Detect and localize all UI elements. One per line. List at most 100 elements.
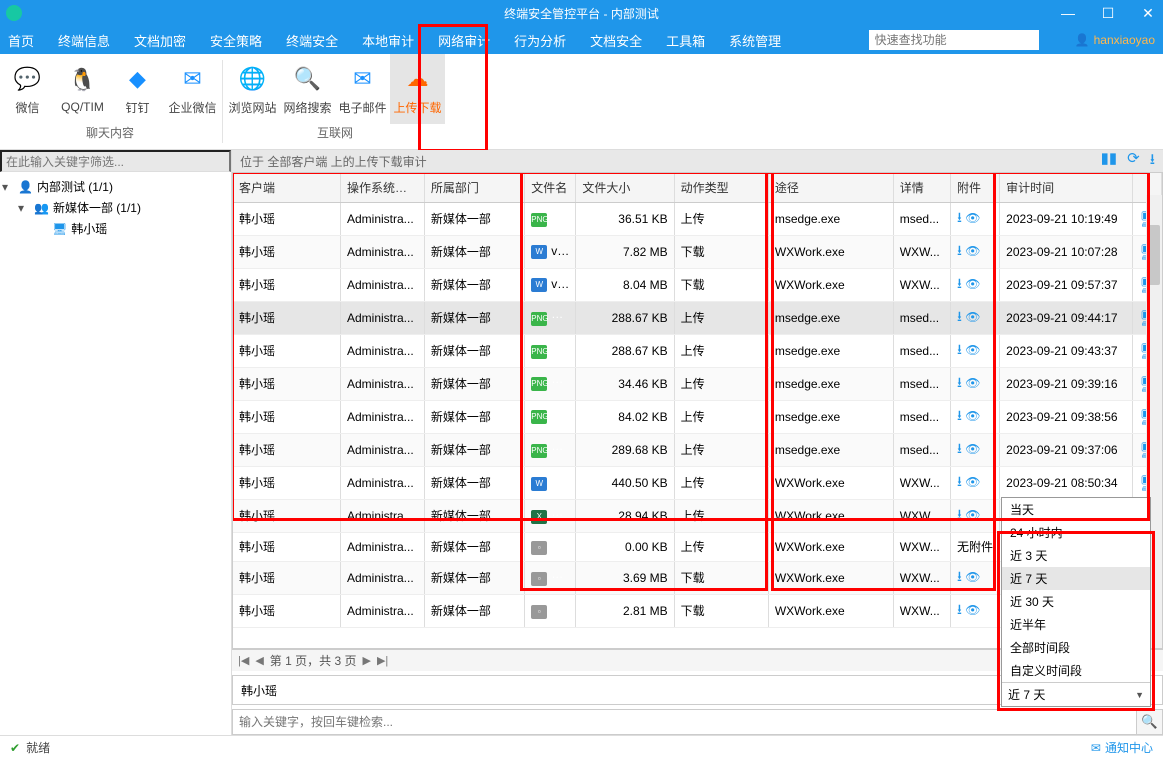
time-range-dropdown: 当天24 小时内近 3 天近 7 天近 30 天近半年全部时间段自定义时间段近 … <box>1001 497 1151 707</box>
pager-prev[interactable]: ◀ <box>255 654 263 667</box>
menu-4[interactable]: 终端安全 <box>286 31 338 50</box>
table-row[interactable]: 韩小瑶Administra...新媒体一部PNG蓝...289.68 KB上传m… <box>233 433 1162 466</box>
menu-9[interactable]: 工具箱 <box>666 31 705 50</box>
col-7[interactable]: 详情 <box>893 173 950 202</box>
download-icon[interactable]: ⭳ <box>957 568 962 584</box>
view-icon[interactable]: 👁 <box>965 442 980 456</box>
download-icon[interactable]: ⭳ <box>957 308 962 324</box>
ribbon-浏览网站[interactable]: 🌐浏览网站 <box>225 54 280 124</box>
ribbon-电子邮件[interactable]: ✉电子邮件 <box>335 54 390 124</box>
time-option-4[interactable]: 近 30 天 <box>1002 590 1150 613</box>
view-icon[interactable]: 👁 <box>965 409 980 423</box>
download-icon[interactable]: ⭳ <box>957 341 962 357</box>
menu-10[interactable]: 系统管理 <box>729 31 781 50</box>
download-icon[interactable]: ⭳ <box>957 275 962 291</box>
col-1[interactable]: 操作系统账户 <box>340 173 424 202</box>
menu-6[interactable]: 网络审计 <box>438 31 490 50</box>
download-icon[interactable]: ⭳ <box>957 440 962 456</box>
menu-1[interactable]: 终端信息 <box>58 31 110 50</box>
table-row[interactable]: 韩小瑶Administra...新媒体一部PNG蓝...288.67 KB上传m… <box>233 334 1162 367</box>
menu-3[interactable]: 安全策略 <box>210 31 262 50</box>
ribbon-QQ/TIM[interactable]: 🐧QQ/TIM <box>55 54 110 124</box>
menu-0[interactable]: 首页 <box>8 31 34 50</box>
download-icon[interactable]: ⭳ <box>957 506 962 522</box>
time-option-6[interactable]: 全部时间段 <box>1002 636 1150 659</box>
ribbon-icon: 🔍 <box>292 63 324 95</box>
filetype-icon: ▫ <box>531 541 547 555</box>
filetype-icon: PNG <box>531 312 547 326</box>
col-3[interactable]: 文件名 <box>525 173 576 202</box>
ribbon-企业微信[interactable]: ✉企业微信 <box>165 54 220 124</box>
ribbon-钉钉[interactable]: ◆钉钉 <box>110 54 165 124</box>
ribbon-网络搜索[interactable]: 🔍 网络搜索 <box>280 54 335 124</box>
current-user[interactable]: hanxiaoyao <box>1075 33 1155 47</box>
pager-next[interactable]: ▶ <box>362 654 370 667</box>
view-icon[interactable]: 👁 <box>965 570 980 584</box>
download-icon[interactable]: ⭳ <box>957 407 962 423</box>
col-0[interactable]: 客户端 <box>233 173 340 202</box>
view-icon[interactable]: 👁 <box>965 508 980 522</box>
pager-last[interactable]: ▶| <box>377 654 388 667</box>
export-icon[interactable]: ⭳ <box>1150 149 1155 174</box>
refresh-icon[interactable]: ⟳ <box>1127 149 1140 174</box>
table-row[interactable]: 韩小瑶Administra...新媒体一部PNG02...84.02 KB上传m… <box>233 400 1162 433</box>
col-2[interactable]: 所属部门 <box>424 173 524 202</box>
menu-7[interactable]: 行为分析 <box>514 31 566 50</box>
table-row[interactable]: 韩小瑶Administra...新媒体一部W内...440.50 KB上传WXW… <box>233 466 1162 499</box>
time-option-5[interactable]: 近半年 <box>1002 613 1150 636</box>
time-option-7[interactable]: 自定义时间段 <box>1002 659 1150 682</box>
menu-search-input[interactable] <box>869 30 1039 50</box>
col-4[interactable]: 文件大小 <box>576 173 674 202</box>
table-row[interactable]: 韩小瑶Administra...新媒体一部PNG06...34.46 KB上传m… <box>233 367 1162 400</box>
col-9[interactable]: 审计时间 <box>1000 173 1133 202</box>
minimize-button[interactable]: — <box>1059 5 1077 22</box>
download-icon[interactable]: ⭳ <box>957 601 962 617</box>
close-button[interactable]: ✕ <box>1139 5 1157 22</box>
menu-5[interactable]: 本地审计 <box>362 31 414 50</box>
time-option-0[interactable]: 当天 <box>1002 498 1150 521</box>
time-option-1[interactable]: 24 小时内 <box>1002 521 1150 544</box>
view-icon[interactable]: 👁 <box>965 211 980 225</box>
table-row[interactable]: 韩小瑶Administra...新媒体一部PNG蓝...36.51 KB上传ms… <box>233 202 1162 235</box>
maximize-button[interactable]: ☐ <box>1099 5 1117 22</box>
view-icon[interactable]: 👁 <box>965 277 980 291</box>
status-ok-icon: ✔ <box>10 741 20 755</box>
download-icon[interactable]: ⭳ <box>957 242 962 258</box>
download-icon[interactable]: ⭳ <box>957 209 962 225</box>
time-option-2[interactable]: 近 3 天 <box>1002 544 1150 567</box>
detail-search-button[interactable]: 🔍 <box>1137 709 1163 735</box>
table-row[interactable]: 韩小瑶Administra...新媒体一部Wvi...8.04 MB下载WXWo… <box>233 268 1162 301</box>
view-icon[interactable]: 👁 <box>965 376 980 390</box>
mail-icon[interactable]: ✉ <box>1091 741 1101 755</box>
ribbon-微信[interactable]: 💬微信 <box>0 54 55 124</box>
tree-node-2[interactable]: 🖥韩小瑶 <box>2 218 229 239</box>
view-icon[interactable]: 👁 <box>965 603 980 617</box>
download-icon[interactable]: ⭳ <box>957 473 962 489</box>
columns-icon[interactable]: ▮▮ <box>1101 149 1118 174</box>
status-text: 就绪 <box>26 739 50 756</box>
menu-8[interactable]: 文档安全 <box>590 31 642 50</box>
tree-node-0[interactable]: ▾👤内部测试 (1/1) <box>2 176 229 197</box>
view-icon[interactable]: 👁 <box>965 310 980 324</box>
menu-2[interactable]: 文档加密 <box>134 31 186 50</box>
table-row[interactable]: 韩小瑶Administra...新媒体一部Wvi...7.82 MB下载WXWo… <box>233 235 1162 268</box>
notification-center[interactable]: 通知中心 <box>1105 739 1153 756</box>
col-8[interactable]: 附件 <box>951 173 1000 202</box>
time-range-combo[interactable]: 近 7 天 <box>1002 682 1150 706</box>
detail-search-input[interactable] <box>232 709 1137 735</box>
sidebar-filter-input[interactable] <box>0 150 231 172</box>
tree-node-1[interactable]: ▾👥新媒体一部 (1/1) <box>2 197 229 218</box>
download-icon[interactable]: ⭳ <box>957 374 962 390</box>
col-6[interactable]: 途径 <box>768 173 893 202</box>
table-row[interactable]: 韩小瑶Administra...新媒体一部PNG蓝...288.67 KB上传m… <box>233 301 1162 334</box>
view-icon[interactable]: 👁 <box>965 244 980 258</box>
view-icon[interactable]: 👁 <box>965 343 980 357</box>
ribbon-label: 网络搜索 <box>283 99 331 116</box>
pager-first[interactable]: |◀ <box>238 654 249 667</box>
time-option-3[interactable]: 近 7 天 <box>1002 567 1150 590</box>
col-5[interactable]: 动作类型 <box>674 173 768 202</box>
view-icon[interactable]: 👁 <box>965 475 980 489</box>
breadcrumb-text: 位于 全部客户端 上的上传下载审计 <box>240 153 427 170</box>
ribbon-上传下载[interactable]: ☁上传下载 <box>390 54 445 124</box>
ribbon: 💬微信🐧QQ/TIM◆钉钉✉企业微信聊天内容🌐浏览网站🔍网络搜索✉电子邮件☁上传… <box>0 54 1163 150</box>
